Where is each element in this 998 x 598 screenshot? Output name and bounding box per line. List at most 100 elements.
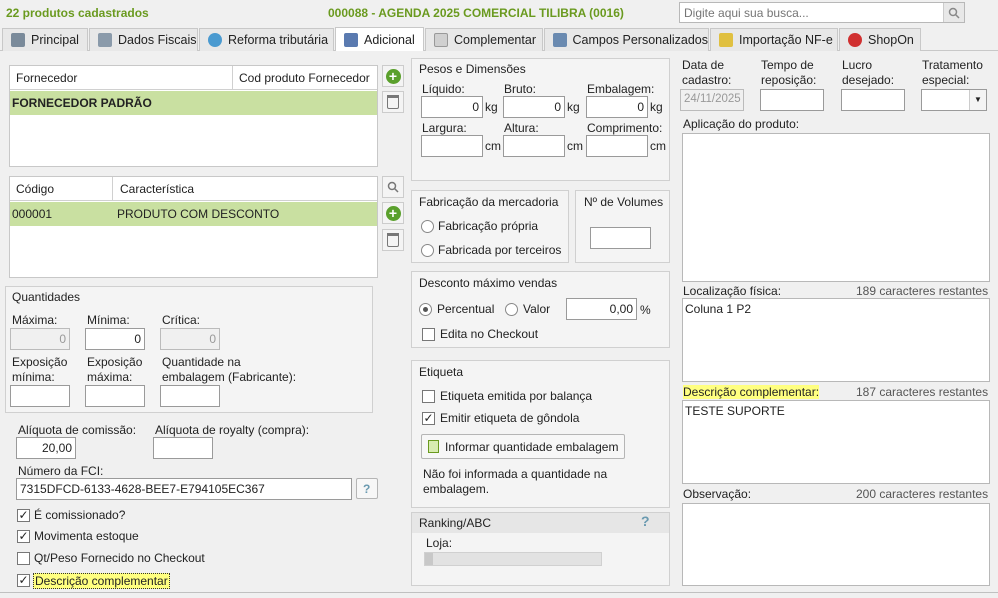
repo-label: Tempo de reposição:: [761, 58, 817, 87]
table-row[interactable]: 000001 PRODUTO COM DESCONTO: [10, 202, 377, 226]
scale-label-checkbox[interactable]: [422, 390, 435, 403]
compl-desc-checkbox[interactable]: ✓: [17, 574, 30, 587]
product-title: 000088 - AGENDA 2025 COMERCIAL TILIBRA (…: [328, 6, 624, 20]
application-textarea[interactable]: [682, 133, 990, 282]
obs-label: Observação:: [683, 487, 752, 501]
gondola-checkbox[interactable]: ✓: [422, 412, 435, 425]
tab-adicional[interactable]: Adicional: [335, 27, 424, 51]
pack-input[interactable]: 0: [586, 96, 648, 118]
search-box[interactable]: [679, 2, 965, 23]
nfe-icon: [719, 33, 733, 47]
delete-supplier-button[interactable]: [382, 91, 404, 113]
fci-input[interactable]: 7315DFCD-6133-4628-BEE7-E794105EC367: [16, 478, 352, 500]
height-label: Altura:: [504, 121, 539, 135]
ranking-help-icon[interactable]: ?: [641, 513, 650, 529]
third-fabrication-radio[interactable]: [421, 244, 434, 257]
pack-qty-input[interactable]: [160, 385, 220, 407]
tab-label: Reforma tributária: [228, 33, 329, 47]
code-col-header: Código: [16, 182, 55, 196]
width-input[interactable]: [421, 135, 483, 157]
edit-checkout-label: Edita no Checkout: [440, 327, 539, 341]
volumes-title: Nº de Volumes: [584, 195, 664, 209]
compl-desc-textarea[interactable]: TESTE SUPORTE: [682, 400, 990, 484]
delete-characteristic-button[interactable]: [382, 229, 404, 251]
store-slider[interactable]: [424, 552, 602, 566]
label-message: Não foi informada a quantidade na embala…: [423, 467, 608, 496]
length-label: Comprimento:: [587, 121, 663, 135]
tab-label: Adicional: [364, 32, 415, 47]
fci-help-button[interactable]: ?: [356, 478, 378, 499]
slider-handle[interactable]: [425, 553, 433, 565]
pack-label: Embalagem:: [587, 82, 655, 96]
tab-dados-fiscais[interactable]: Dados Fiscais: [89, 28, 198, 51]
length-input[interactable]: [586, 135, 648, 157]
fields-icon: [553, 33, 567, 47]
document-icon: [344, 32, 358, 47]
tab-campos[interactable]: Campos Personalizados: [544, 28, 709, 51]
own-fabrication-radio[interactable]: [421, 220, 434, 233]
checkout-qty-checkbox[interactable]: [17, 552, 30, 565]
royalty-label: Alíquota de royalty (compra):: [155, 423, 310, 437]
obs-textarea[interactable]: [682, 503, 990, 586]
volumes-input[interactable]: [590, 227, 651, 249]
calculator-icon: [428, 440, 439, 453]
compl-desc-label: Descrição complementar: [33, 573, 170, 589]
commission-input[interactable]: 20,00: [16, 437, 76, 459]
plus-icon: +: [385, 205, 401, 221]
min-input[interactable]: 0: [85, 328, 145, 350]
globe-icon: [208, 33, 222, 47]
special-select[interactable]: ▼: [921, 89, 987, 111]
search-icon: [387, 181, 399, 193]
liquid-label: Líquido:: [422, 82, 465, 96]
compl-remaining: 187 caracteres restantes: [856, 385, 989, 399]
tab-importacao[interactable]: Importação NF-e: [710, 28, 838, 51]
stock-checkbox[interactable]: ✓: [17, 530, 30, 543]
add-characteristic-button[interactable]: +: [382, 202, 404, 224]
pack-qty-label: Quantidade na embalagem (Fabricante):: [162, 355, 297, 384]
exp-min-input[interactable]: [10, 385, 70, 407]
kg-unit: kg: [567, 100, 580, 114]
search-input[interactable]: [680, 3, 942, 22]
search-icon[interactable]: [943, 3, 964, 22]
reg-date-input[interactable]: 24/11/2025: [680, 89, 744, 111]
crit-input[interactable]: 0: [160, 328, 220, 350]
tab-complementar[interactable]: Complementar: [425, 28, 543, 51]
search-characteristic-button[interactable]: [382, 176, 404, 198]
value-radio[interactable]: [505, 303, 518, 316]
exp-max-input[interactable]: [85, 385, 145, 407]
tab-shopon[interactable]: ShopOn: [839, 28, 921, 51]
obs-remaining: 200 caracteres restantes: [856, 487, 989, 501]
stock-label: Movimenta estoque: [34, 529, 139, 543]
characteristics-table: Código Característica 000001 PRODUTO COM…: [9, 176, 378, 278]
row-desc: PRODUTO COM DESCONTO: [117, 207, 280, 221]
add-supplier-button[interactable]: +: [382, 65, 404, 87]
profit-input[interactable]: [841, 89, 905, 111]
fabrication-title: Fabricação da mercadoria: [419, 195, 559, 209]
tab-label: ShopOn: [868, 33, 914, 47]
pack-quantity-button[interactable]: Informar quantidade embalagem: [421, 434, 625, 459]
kg-unit: kg: [650, 100, 663, 114]
location-textarea[interactable]: Coluna 1 P2: [682, 298, 990, 382]
tab-principal[interactable]: Principal: [2, 28, 88, 51]
percent-radio[interactable]: [419, 303, 432, 316]
max-input[interactable]: 0: [10, 328, 70, 350]
tab-reforma[interactable]: Reforma tributária: [199, 28, 334, 51]
discount-input[interactable]: 0,00: [566, 298, 637, 320]
discount-title: Desconto máximo vendas: [419, 276, 558, 290]
liquid-input[interactable]: 0: [421, 96, 483, 118]
value-label: Valor: [523, 302, 551, 316]
weights-group: [411, 58, 670, 181]
table-row[interactable]: FORNECEDOR PADRÃO: [10, 91, 377, 115]
royalty-input[interactable]: [153, 437, 213, 459]
plus-icon: +: [385, 68, 401, 84]
edit-checkout-checkbox[interactable]: [422, 328, 435, 341]
location-label: Localização física:: [683, 284, 782, 298]
tab-label: Importação NF-e: [739, 33, 833, 47]
height-input[interactable]: [503, 135, 565, 157]
tab-label: Campos Personalizados: [572, 33, 709, 47]
pack-quantity-button-label: Informar quantidade embalagem: [445, 439, 619, 454]
commissioned-checkbox[interactable]: ✓: [17, 509, 30, 522]
repo-input[interactable]: [760, 89, 824, 111]
label-title: Etiqueta: [419, 365, 464, 379]
gross-input[interactable]: 0: [503, 96, 565, 118]
